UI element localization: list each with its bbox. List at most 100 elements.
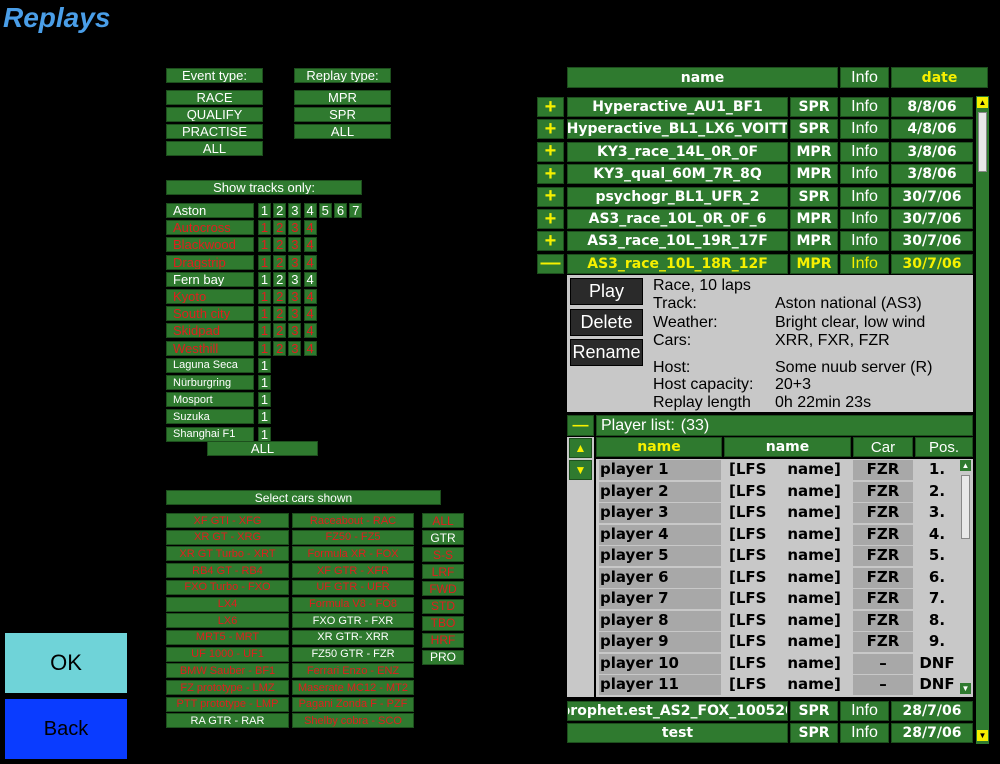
car-class-toggle[interactable]: GTR <box>422 530 464 546</box>
replay-type-option[interactable]: MPR <box>294 90 391 105</box>
track-config-button[interactable]: 2 <box>273 203 287 218</box>
track-config-button[interactable]: 1 <box>258 340 271 356</box>
car-header[interactable]: Car <box>853 437 913 457</box>
track-config-button[interactable]: 3 <box>288 237 302 253</box>
track-config-button[interactable]: 2 <box>273 237 287 253</box>
player-name[interactable]: player 1 <box>599 460 721 480</box>
track-config-button[interactable]: 1 <box>258 306 271 322</box>
replay-info-button[interactable]: Info <box>840 119 889 140</box>
car-toggle[interactable]: FZ50 GTR - FZR <box>292 646 414 662</box>
car-toggle[interactable]: LX4 <box>166 596 289 612</box>
replay-name-header[interactable]: name <box>567 67 838 88</box>
player-name[interactable]: player 4 <box>599 524 721 545</box>
player-scroll-up-icon[interactable]: ▲ <box>960 460 971 471</box>
car-class-toggle[interactable]: STD <box>422 598 464 614</box>
player-scrollbar[interactable]: ▲ ▼ <box>959 459 973 697</box>
car-toggle[interactable]: RB4 GT - RB4 <box>166 563 289 579</box>
track-config-button[interactable]: 3 <box>288 340 302 356</box>
track-config-button[interactable]: 4 <box>303 237 317 253</box>
replay-name[interactable]: KY3_qual_60M_7R_8Q <box>567 164 788 185</box>
car-toggle[interactable]: XR GT Turbo - XRT <box>166 546 289 562</box>
track-config-button[interactable]: 3 <box>288 289 302 304</box>
track-row-name[interactable]: Mosport <box>166 392 254 408</box>
car-class-toggle[interactable]: TBO <box>422 615 464 631</box>
car-toggle[interactable]: UF 1000 - UF1 <box>166 646 289 662</box>
tracks-all-button[interactable]: ALL <box>207 441 318 456</box>
track-config-button[interactable]: 1 <box>258 357 271 373</box>
car-toggle[interactable]: MRT5 - MRT <box>166 629 289 645</box>
car-toggle[interactable]: XR GTR- XRR <box>292 629 414 645</box>
car-toggle[interactable]: FXO Turbo - FXO <box>166 579 289 595</box>
track-config-button[interactable]: 2 <box>273 306 287 322</box>
replay-info-button[interactable]: Info <box>840 209 889 229</box>
replay-name[interactable]: AS3_race_10L_0R_0F_6 <box>567 209 788 229</box>
replay-type-option[interactable]: SPR <box>294 107 391 122</box>
track-config-button[interactable]: 6 <box>334 203 347 218</box>
car-toggle[interactable]: FZ50 - FZ5 <box>292 529 414 545</box>
car-toggle[interactable]: XF GTI - XFG <box>166 513 289 528</box>
lfs-name-header[interactable]: name <box>724 437 851 457</box>
track-row-name[interactable]: Westhill <box>166 340 254 356</box>
collapse-player-list-button[interactable]: — <box>567 415 594 436</box>
car-toggle[interactable]: UF GTR - UFR <box>292 579 414 595</box>
track-row-name[interactable]: Nürburgring <box>166 375 254 390</box>
player-name[interactable]: player 7 <box>599 589 721 609</box>
expand-replay-button[interactable]: + <box>537 209 564 229</box>
track-config-button[interactable]: 4 <box>303 220 317 236</box>
delete-button[interactable]: Delete <box>570 308 643 336</box>
player-name[interactable]: player 9 <box>599 632 721 652</box>
track-row-name[interactable]: Autocross <box>166 220 254 236</box>
track-config-button[interactable]: 1 <box>258 392 271 408</box>
track-config-button[interactable]: 3 <box>288 306 302 322</box>
car-class-toggle[interactable]: LRF <box>422 564 464 580</box>
track-config-button[interactable]: 4 <box>303 306 317 322</box>
replay-scroll-thumb[interactable] <box>978 112 987 172</box>
track-config-button[interactable]: 1 <box>258 254 271 270</box>
pos-header[interactable]: Pos. <box>915 437 973 457</box>
ok-button[interactable]: OK <box>5 633 127 693</box>
track-config-button[interactable]: 3 <box>288 254 302 270</box>
replay-info-button[interactable]: Info <box>840 231 889 252</box>
track-row-name[interactable]: Aston <box>166 203 254 218</box>
track-row-name[interactable]: Kyoto <box>166 289 254 304</box>
track-config-button[interactable]: 1 <box>258 271 271 287</box>
track-row-name[interactable]: Laguna Seca <box>166 357 254 373</box>
track-config-button[interactable]: 4 <box>303 271 317 287</box>
event-type-option[interactable]: RACE <box>166 90 263 105</box>
track-row-name[interactable]: Blackwood <box>166 237 254 253</box>
track-config-button[interactable]: 4 <box>303 289 317 304</box>
replay-info-button[interactable]: Info <box>840 701 889 721</box>
track-config-button[interactable]: 1 <box>258 203 271 218</box>
car-class-toggle[interactable]: PRO <box>422 649 464 665</box>
car-class-toggle[interactable]: FWD <box>422 581 464 597</box>
player-name[interactable]: player 2 <box>599 481 721 502</box>
collapse-replay-button[interactable]: — <box>537 253 564 274</box>
track-config-button[interactable]: 1 <box>258 375 271 390</box>
track-row-name[interactable]: Dragstrip <box>166 254 254 270</box>
replay-info-button[interactable]: Info <box>840 723 889 743</box>
track-config-button[interactable]: 2 <box>273 254 287 270</box>
car-toggle[interactable]: XR GT - XRG <box>166 529 289 545</box>
scroll-down-icon[interactable]: ▼ <box>977 730 988 741</box>
replay-name[interactable]: KY3_race_14L_0R_0F <box>567 141 788 162</box>
player-scroll-thumb[interactable] <box>961 475 970 539</box>
car-toggle[interactable]: LX6 <box>166 613 289 629</box>
event-type-option[interactable]: ALL <box>166 141 263 156</box>
scroll-up-icon[interactable]: ▲ <box>977 97 988 108</box>
player-name[interactable]: player 11 <box>599 675 721 695</box>
car-toggle[interactable]: Pagani Zonda F - PZF <box>292 696 414 712</box>
car-toggle[interactable]: Shelby cobra - SCO <box>292 713 414 729</box>
replay-info-button[interactable]: Info <box>840 141 889 162</box>
track-config-button[interactable]: 1 <box>258 220 271 236</box>
replay-name[interactable]: Hyperactive_AU1_BF1 <box>567 97 788 117</box>
sort-down-icon[interactable]: ▼ <box>569 460 592 480</box>
back-button[interactable]: Back <box>5 699 127 759</box>
track-config-button[interactable]: 2 <box>273 271 287 287</box>
track-row-name[interactable]: Fern bay <box>166 271 254 287</box>
track-config-button[interactable]: 3 <box>288 323 302 339</box>
replay-name[interactable]: prophet.est_AS2_FOX_100520 <box>567 701 788 721</box>
track-row-name[interactable]: Shanghai F1 <box>166 426 254 442</box>
track-config-button[interactable]: 2 <box>273 323 287 339</box>
player-scroll-down-icon[interactable]: ▼ <box>960 683 971 694</box>
replay-name[interactable]: psychogr_BL1_UFR_2 <box>567 186 788 207</box>
